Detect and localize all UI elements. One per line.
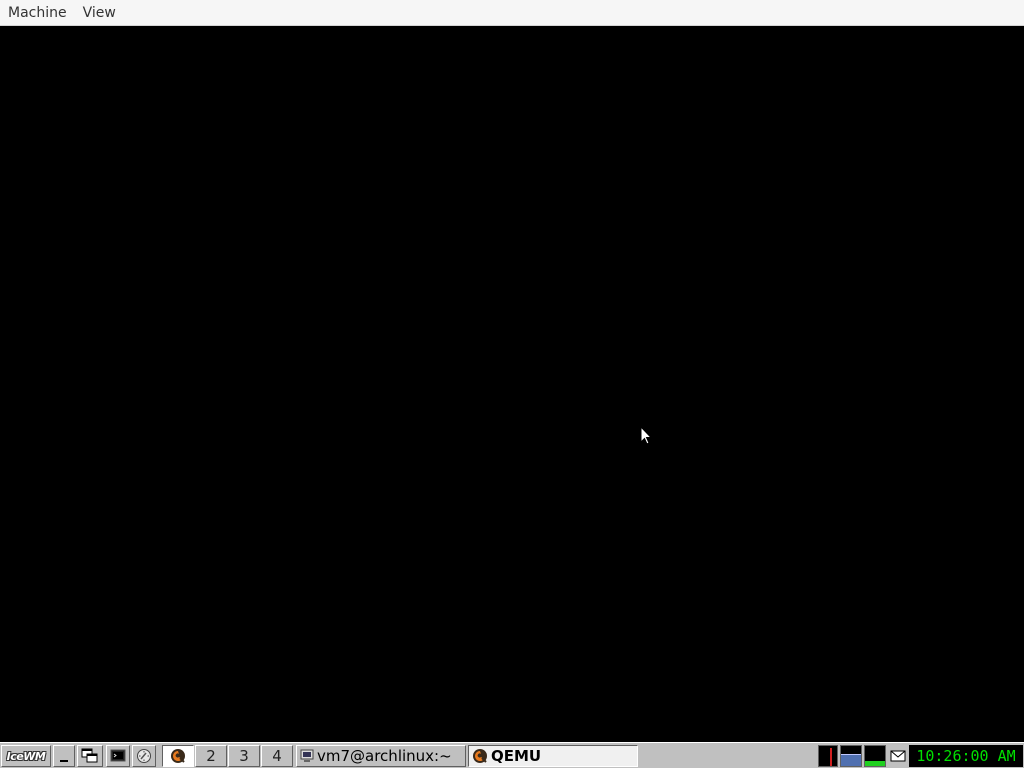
taskbar: IceWM 2 3 4 vm7@archlinux:~ QEMU 10:26:0… — [0, 742, 1024, 768]
clock[interactable]: 10:26:00 AM — [909, 745, 1023, 767]
task-label: QEMU — [491, 747, 542, 765]
workspace-4-button[interactable]: 4 — [261, 745, 293, 767]
icewm-logo-icon: IceWM — [6, 749, 46, 763]
qemu-menu-bar: Machine View — [0, 0, 1024, 26]
mouse-pointer-icon — [640, 426, 652, 445]
workspace-3-button[interactable]: 3 — [228, 745, 260, 767]
mail-icon[interactable] — [888, 745, 908, 767]
task-button-qemu[interactable]: QEMU — [468, 745, 638, 767]
task-button-terminal[interactable]: vm7@archlinux:~ — [296, 745, 466, 767]
network-monitor-icon[interactable] — [840, 745, 862, 767]
show-desktop-button[interactable] — [53, 745, 75, 767]
guest-display[interactable] — [0, 27, 1024, 742]
start-menu-button[interactable]: IceWM — [1, 745, 51, 767]
memory-monitor-icon[interactable] — [864, 745, 886, 767]
workspace-1-button[interactable] — [162, 745, 194, 767]
workspace-2-button[interactable]: 2 — [195, 745, 227, 767]
windows-icon — [81, 748, 98, 763]
minimize-icon — [60, 760, 68, 762]
window-list-button[interactable] — [77, 745, 103, 767]
terminal-launcher[interactable] — [106, 745, 130, 767]
terminal-icon — [110, 749, 126, 762]
menu-view[interactable]: View — [75, 0, 124, 26]
qemu-icon — [473, 749, 487, 763]
terminal-icon — [300, 749, 314, 762]
cpu-monitor-icon[interactable] — [818, 745, 838, 767]
browser-launcher[interactable] — [132, 745, 156, 767]
menu-machine[interactable]: Machine — [0, 0, 75, 26]
qemu-icon — [171, 749, 185, 763]
qemu-window: Machine View IceWM 2 3 4 vm7@archlinux:~… — [0, 0, 1024, 768]
globe-icon — [137, 749, 151, 763]
task-label: vm7@archlinux:~ — [317, 747, 452, 765]
